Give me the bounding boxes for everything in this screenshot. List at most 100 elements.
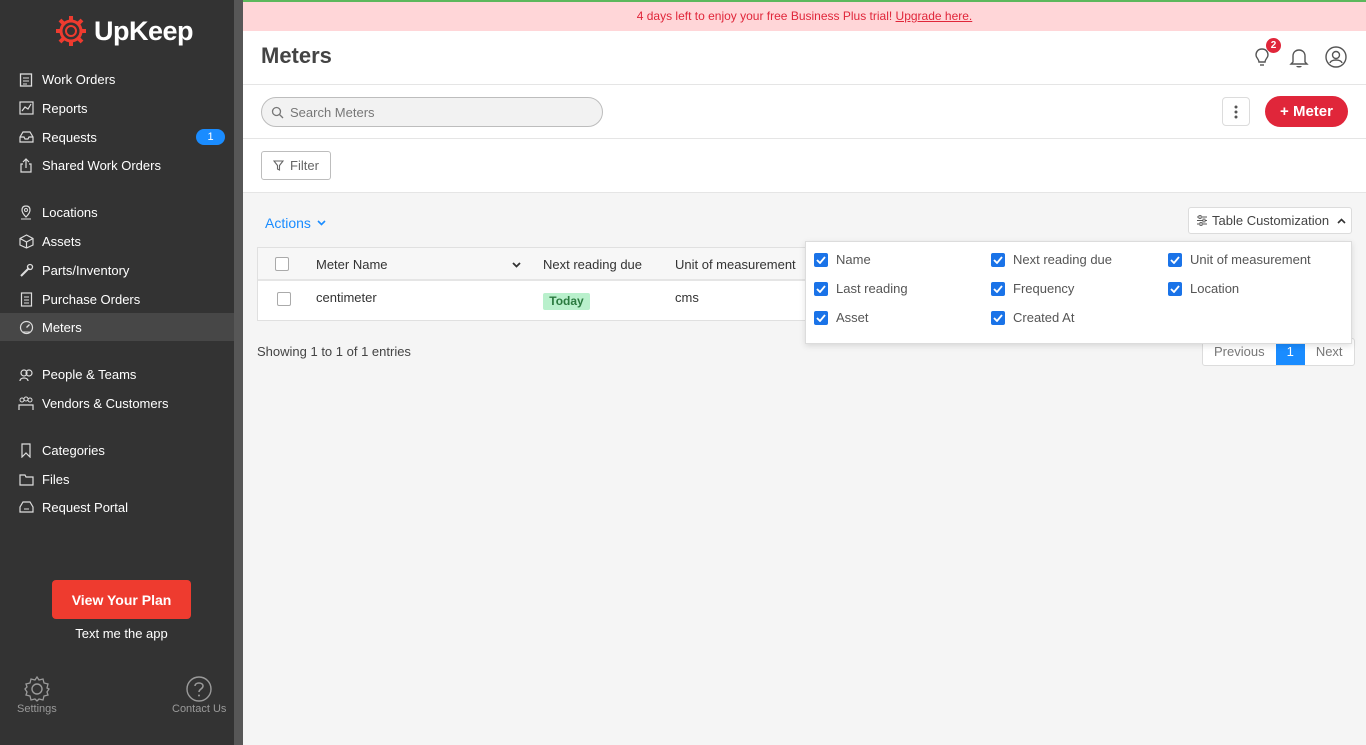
share-icon [18, 157, 34, 173]
sidebar-item-parts-inventory[interactable]: Parts/Inventory [0, 256, 242, 284]
column-toggle-label: Last reading [836, 281, 908, 296]
actions-label: Actions [265, 215, 311, 231]
sidebar-item-label: Parts/Inventory [42, 262, 130, 278]
table-header: Meter Name Next reading due Unit of meas… [258, 248, 816, 281]
column-toggle-location[interactable]: Location [1168, 281, 1239, 296]
sidebar-item-label: Reports [42, 100, 88, 116]
brand-name: UpKeep [94, 15, 194, 46]
page-title: Meters [261, 43, 332, 68]
sidebar-scrollbar[interactable] [234, 0, 243, 745]
select-all-checkbox[interactable] [275, 257, 289, 271]
chevron-up-icon [1337, 217, 1346, 224]
chevron-down-icon [317, 220, 326, 226]
sidebar-item-label: Requests [42, 129, 97, 145]
settings-label: Settings [17, 703, 57, 715]
requests-count-badge: 1 [196, 129, 225, 145]
table-customization-button[interactable]: Table Customization [1188, 207, 1352, 234]
sidebar-item-reports[interactable]: Reports [0, 94, 242, 122]
add-meter-button[interactable]: + Meter [1265, 96, 1348, 127]
contact-us-label: Contact Us [172, 703, 227, 715]
sidebar-item-shared-work-orders[interactable]: Shared Work Orders [0, 151, 242, 179]
folder-icon [18, 471, 34, 487]
sidebar-item-label: Request Portal [42, 499, 128, 515]
sidebar-item-meters[interactable]: Meters [0, 313, 242, 341]
checkbox-checked-icon[interactable] [814, 252, 828, 267]
meter-name-cell[interactable]: centimeter [316, 290, 377, 305]
upgrade-link[interactable]: Upgrade here. [896, 9, 973, 23]
trial-banner-text: 4 days left to enjoy your free Business … [636, 9, 896, 23]
search-input[interactable] [290, 104, 590, 120]
column-header-meter-name[interactable]: Meter Name [316, 257, 388, 272]
search-icon [271, 106, 284, 118]
actions-dropdown[interactable]: Actions [265, 215, 326, 231]
filter-bar: Filter [243, 139, 1366, 193]
view-plan-button[interactable]: View Your Plan [52, 580, 191, 619]
people-icon [18, 366, 34, 382]
kebab-menu-icon [1234, 105, 1238, 118]
contact-us-button[interactable]: Contact Us [172, 675, 226, 715]
sidebar-item-locations[interactable]: Locations [0, 198, 242, 226]
sidebar-item-requests[interactable]: Requests 1 [0, 123, 242, 151]
sidebar-item-files[interactable]: Files [0, 465, 242, 493]
sort-chevron-icon[interactable] [512, 262, 521, 268]
sidebar-item-assets[interactable]: Assets [0, 227, 242, 255]
column-header-next-reading[interactable]: Next reading due [543, 257, 642, 272]
sidebar-item-purchase-orders[interactable]: Purchase Orders [0, 285, 242, 313]
checkbox-checked-icon[interactable] [991, 310, 1005, 325]
column-header-unit[interactable]: Unit of measurement [675, 257, 796, 272]
inbox-icon [18, 129, 34, 145]
upkeep-logo[interactable]: UpKeep [54, 14, 194, 48]
document-icon [18, 291, 34, 307]
column-toggle-next-reading[interactable]: Next reading due [991, 252, 1112, 267]
notification-badge: 2 [1266, 38, 1281, 53]
page-header: Meters [243, 31, 1366, 85]
filter-button[interactable]: Filter [261, 151, 331, 180]
sidebar-item-label: Shared Work Orders [42, 157, 161, 173]
text-me-app-link[interactable]: Text me the app [0, 626, 243, 641]
checkbox-checked-icon[interactable] [1168, 252, 1182, 267]
bell-icon[interactable] [1287, 45, 1311, 69]
column-toggle-label: Next reading due [1013, 252, 1113, 267]
gauge-icon [18, 319, 34, 335]
more-options-button[interactable] [1222, 97, 1250, 126]
row-checkbox[interactable] [277, 292, 291, 306]
checkbox-checked-icon[interactable] [814, 281, 828, 296]
sidebar-item-categories[interactable]: Categories [0, 436, 242, 464]
column-toggle-frequency[interactable]: Frequency [991, 281, 1074, 296]
column-toggle-label: Asset [836, 310, 869, 325]
sidebar-item-label: Files [42, 471, 70, 487]
sidebar-item-label: Purchase Orders [42, 291, 141, 307]
sidebar-item-label: Vendors & Customers [42, 395, 169, 411]
column-toggle-name[interactable]: Name [814, 252, 871, 267]
user-avatar-icon[interactable] [1324, 45, 1348, 69]
table-customization-label: Table Customization [1212, 213, 1330, 228]
sidebar-item-people-teams[interactable]: People & Teams [0, 360, 242, 388]
filter-label: Filter [290, 158, 319, 173]
checkbox-checked-icon[interactable] [814, 310, 828, 325]
column-toggle-created-at[interactable]: Created At [991, 310, 1074, 325]
search-box[interactable] [261, 97, 603, 127]
checkbox-checked-icon[interactable] [991, 252, 1005, 267]
sidebar-item-request-portal[interactable]: Request Portal [0, 493, 242, 521]
column-toggle-label: Location [1190, 281, 1240, 296]
sidebar-item-vendors-customers[interactable]: Vendors & Customers [0, 389, 242, 417]
help-circle-icon [186, 676, 212, 702]
sidebar-item-label: Assets [42, 233, 82, 249]
table-customization-panel: Name Next reading due Unit of measuremen… [805, 241, 1352, 344]
settings-gear-icon [24, 675, 50, 702]
column-toggle-last-reading[interactable]: Last reading [814, 281, 908, 296]
filter-funnel-icon [273, 160, 285, 171]
sidebar-item-work-orders[interactable]: Work Orders [0, 65, 242, 93]
sidebar-item-label: Categories [42, 442, 105, 458]
sidebar: UpKeep Work Orders Reports Requests 1 Sh… [0, 0, 242, 745]
column-toggle-label: Created At [1013, 310, 1075, 325]
toolbar: + Meter [243, 85, 1366, 139]
column-toggle-asset[interactable]: Asset [814, 310, 869, 325]
column-toggle-unit[interactable]: Unit of measurement [1168, 252, 1311, 267]
checkbox-checked-icon[interactable] [1168, 281, 1182, 296]
checkbox-checked-icon[interactable] [991, 281, 1005, 296]
wrench-icon [18, 262, 34, 278]
cube-icon [18, 233, 34, 249]
settings-button[interactable]: Settings [17, 675, 57, 715]
gear-logo-icon [56, 16, 86, 46]
